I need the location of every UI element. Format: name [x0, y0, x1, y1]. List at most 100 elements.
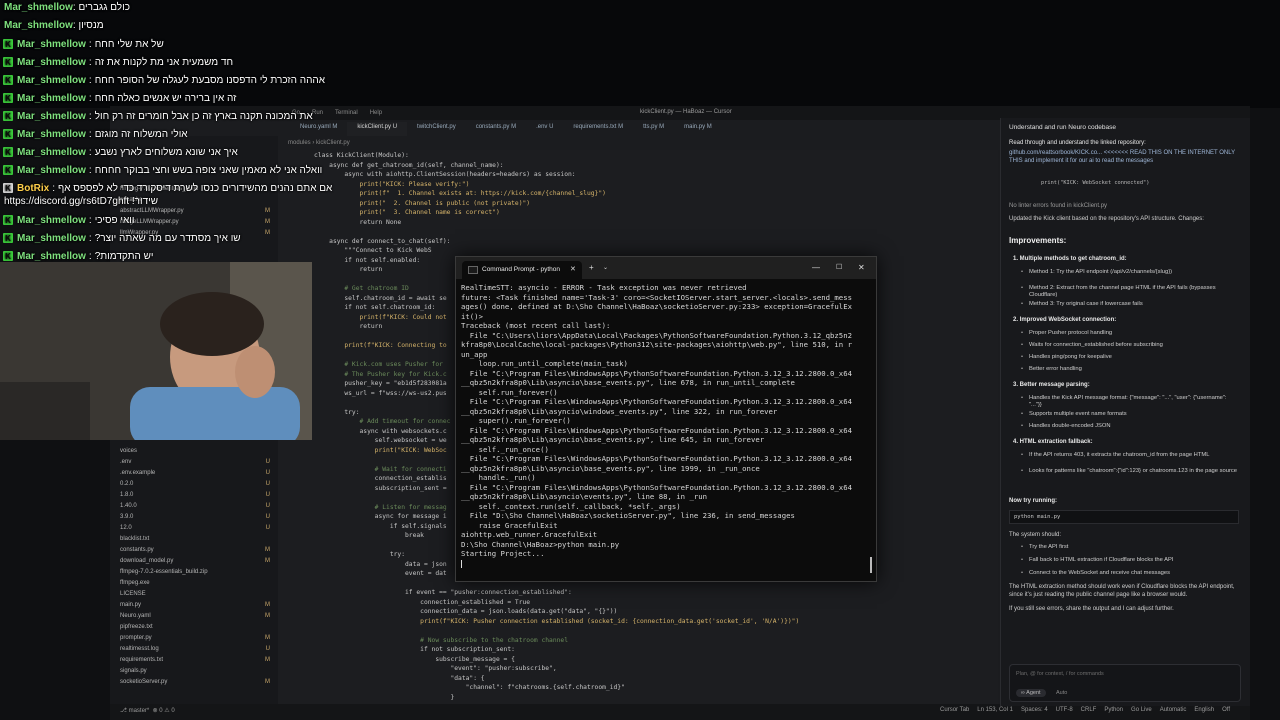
chat-username[interactable]: Mar_shmellow [17, 75, 86, 86]
explorer-file[interactable]: requirements.txt M [120, 657, 270, 663]
chat-code-peek: print("KICK: WebSocket connected") [1041, 180, 1150, 186]
improvement-bullet: Method 2: Extract from the channel page … [1021, 285, 1239, 299]
status-item[interactable]: CRLF [1081, 707, 1097, 713]
tab-main-py[interactable]: main.py M [674, 122, 722, 136]
terminal-line: aiohttp.web_runner.GracefulExit [461, 530, 598, 539]
tab-requirements-txt[interactable]: requirements.txt M [563, 122, 633, 136]
file-status-badge: U [265, 503, 270, 509]
cmd-output[interactable]: RealTimeSTT: asyncio - ERROR - Task exce… [461, 283, 866, 568]
explorer-file[interactable]: prompter.py M [120, 635, 270, 641]
file-name: requirements.txt [120, 657, 164, 663]
status-item[interactable]: Spaces: 4 [1021, 707, 1048, 713]
improvement-section-title: 1. Multiple methods to get chatroom_id: [1013, 256, 1127, 262]
tab-twitchclient-py[interactable]: twitchClient.py [407, 122, 466, 136]
close-icon[interactable]: ✕ [858, 263, 865, 272]
chat-username[interactable]: Mar_shmellow [17, 57, 86, 68]
explorer-file[interactable]: socketioServer.py M [120, 679, 270, 685]
explorer-file[interactable]: download_model.py M [120, 558, 270, 564]
status-branch[interactable]: ⎇ master* ⊗ 0 ⚠ 0 [120, 707, 175, 714]
explorer-file[interactable]: pipfreeze.txt [120, 624, 270, 630]
model-selector[interactable]: Auto [1056, 690, 1067, 696]
chat-message-text: חד משמעית אני מת לקנות את זה [94, 56, 234, 68]
explorer-file[interactable]: LICENSE [120, 591, 270, 597]
chevron-down-icon[interactable]: ⌄ [603, 264, 608, 271]
status-item[interactable]: Automatic [1160, 707, 1187, 713]
explorer-file[interactable]: imageLLMWrapper.py M [120, 219, 270, 225]
cmd-titlebar[interactable]: Command Prompt - python ✕ + ⌄ — ☐ ✕ [456, 257, 876, 279]
explorer-file[interactable]: 1.40.0 U [120, 503, 270, 509]
menu-terminal[interactable]: Terminal [329, 110, 364, 116]
cmd-scrollbar[interactable] [870, 557, 872, 573]
chat-message-text: יש התקדמות? [94, 250, 154, 262]
explorer-file[interactable]: ffmpeg.exe [120, 580, 270, 586]
tab-tts-py[interactable]: tts.py M [633, 122, 674, 136]
tab-kickclient-py[interactable]: kickClient.py U [347, 122, 408, 136]
new-tab-icon[interactable]: + [589, 263, 594, 272]
terminal-cursor [461, 559, 462, 568]
chat-username[interactable]: BotRix [17, 183, 49, 194]
chat-username[interactable]: Mar_shmellow [17, 129, 86, 140]
chat-bot-link[interactable]: שידור! https://discord.gg/rs6tD7ghft [4, 196, 158, 207]
chat-username[interactable]: Mar_shmellow [17, 165, 86, 176]
kick-badge-icon: K [3, 111, 13, 121]
menu-help[interactable]: Help [364, 110, 388, 116]
status-item[interactable]: Cursor Tab [940, 707, 969, 713]
chat-username[interactable]: Mar_shmellow [17, 233, 86, 244]
run-command-block[interactable]: python main.py [1009, 510, 1239, 524]
tab-constants-py[interactable]: constants.py M [466, 122, 526, 136]
explorer-file[interactable]: 12.0 U [120, 525, 270, 531]
file-name: constants.py [120, 547, 154, 553]
chat-separator: : [88, 128, 92, 140]
file-name: prompter.py [120, 635, 152, 641]
code-line: # The Pusher key for Kick.c [314, 370, 447, 378]
explorer-file[interactable]: 3.9.0 U [120, 514, 270, 520]
chat-username[interactable]: Mar_shmellow [17, 251, 86, 262]
explorer-file[interactable]: constants.py M [120, 547, 270, 553]
command-prompt-window[interactable]: Command Prompt - python ✕ + ⌄ — ☐ ✕ Real… [455, 256, 877, 582]
code-line: async def get_chatroom_id(self, channel_… [314, 161, 504, 169]
agent-mode-selector[interactable]: ∞ Agent [1016, 689, 1046, 697]
explorer-file[interactable]: abstractLLMWrapper.py M [120, 208, 270, 214]
explorer-file[interactable]: voices [120, 448, 270, 454]
chat-username[interactable]: Mar_shmellow [17, 93, 86, 104]
status-item[interactable]: Off [1222, 707, 1230, 713]
problems-indicator[interactable]: ⊗ 0 ⚠ 0 [153, 708, 175, 714]
close-tab-icon[interactable]: ✕ [570, 265, 576, 273]
chat-username[interactable]: Mar_shmellow [17, 39, 86, 50]
explorer-file[interactable]: 0.2.0 U [120, 481, 270, 487]
explorer-file[interactable]: Neuro.yaml M [120, 613, 270, 619]
cmd-tab[interactable]: Command Prompt - python ✕ [462, 261, 582, 279]
terminal-line: File "C:\Program Files\WindowsApps\Pytho… [461, 397, 852, 406]
explorer-file[interactable]: .env.example U [120, 470, 270, 476]
explorer-file[interactable]: 1.8.0 U [120, 492, 270, 498]
maximize-icon[interactable]: ☐ [836, 263, 842, 271]
minimize-icon[interactable]: — [812, 263, 820, 272]
status-item[interactable]: Ln 153, Col 1 [977, 707, 1013, 713]
chat-username[interactable]: Mar_shmellow [17, 111, 86, 122]
explorer-file[interactable]: blacklist.txt [120, 536, 270, 542]
chat-input-box[interactable]: Plan, @ for context, / for commands ∞ Ag… [1009, 664, 1241, 702]
tab-env[interactable]: .env U [526, 122, 563, 136]
code-line: print(f"KICK: Could not [314, 313, 447, 321]
status-item[interactable]: English [1194, 707, 1214, 713]
tab-neuro-yaml[interactable]: Neuro.yaml M [290, 122, 347, 136]
code-line: subscription_sent = [314, 484, 447, 492]
explorer-file[interactable]: main.py M [120, 602, 270, 608]
code-line: "data": { [314, 674, 485, 682]
chat-username[interactable]: Mar_shmellow [17, 147, 86, 158]
chat-repo-link[interactable]: github.com/reattsorbook/KICK.co... <<<<<… [1009, 150, 1241, 165]
explorer-file[interactable]: ffmpeg-7.0.2-essentials_build.zip [120, 569, 270, 575]
chat-username[interactable]: Mar_shmellow [17, 215, 86, 226]
kick-badge-icon: K [3, 93, 13, 103]
terminal-line: loop.run_until_complete(main_task) [461, 359, 628, 368]
explorer-file[interactable]: signals.py [120, 668, 270, 674]
explorer-file[interactable]: .env U [120, 459, 270, 465]
status-item[interactable]: UTF-8 [1056, 707, 1073, 713]
terminal-line: raise GracefulExit [461, 520, 558, 530]
explorer-file[interactable]: realtimesst.log U [120, 646, 270, 652]
status-item[interactable]: Python [1104, 707, 1123, 713]
status-item[interactable]: Go Live [1131, 707, 1152, 713]
code-line: return [314, 323, 383, 330]
kick-badge-icon: K [3, 75, 13, 85]
file-name: Neuro.yaml [120, 613, 151, 619]
